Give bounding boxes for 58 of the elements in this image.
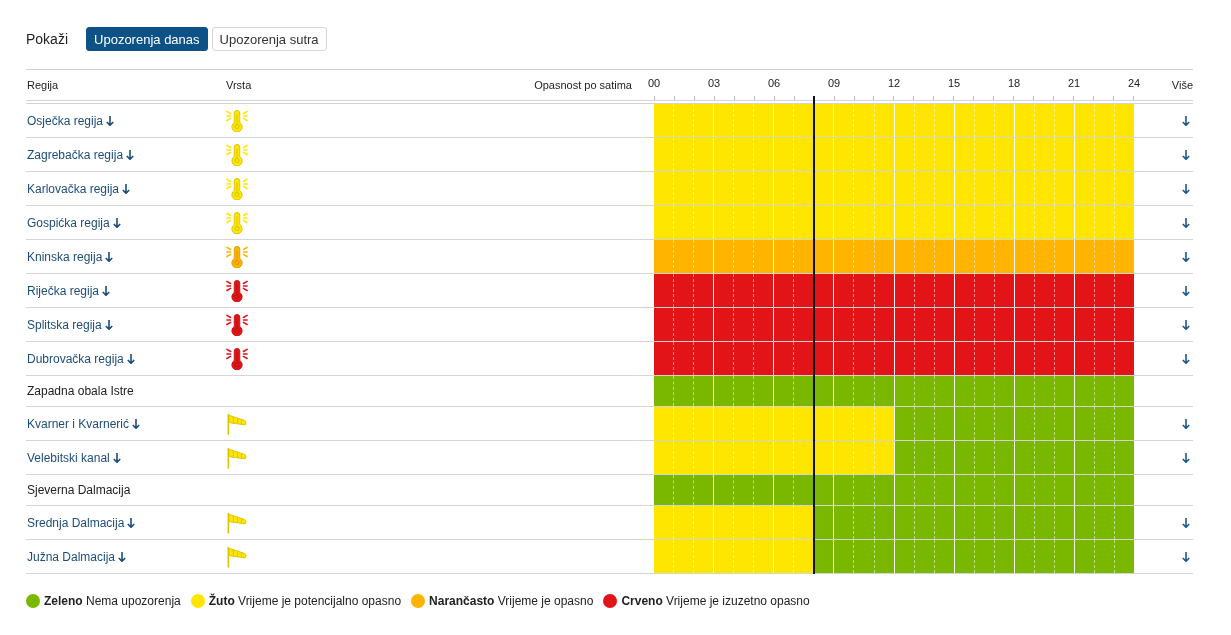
region-link[interactable]: Dubrovačka regija [27, 351, 135, 366]
arrow-down-icon [104, 319, 113, 330]
region-link[interactable]: Riječka regija [27, 283, 111, 298]
arrow-down-icon [105, 251, 114, 262]
region-link[interactable]: Južna Dalmacija [27, 549, 127, 564]
column-header: Opasnost po satima [534, 79, 632, 91]
hour-label: 03 [706, 77, 722, 89]
show-label: Pokaži [26, 31, 69, 47]
hour-label: 24 [1126, 77, 1142, 89]
hour-label: 21 [1066, 77, 1082, 89]
arrow-down-icon [132, 418, 141, 429]
arrow-down-icon[interactable] [1182, 251, 1190, 262]
arrow-down-icon[interactable] [1182, 183, 1190, 194]
tab-button[interactable]: Upozorenja danas [86, 27, 208, 51]
legend-text: Crveno Vrijeme je izuzetno opasno [621, 594, 810, 608]
region-link[interactable]: Zagrebačka regija [27, 147, 135, 162]
legend-text: Žuto Vrijeme je potencijalno opasno [208, 594, 402, 608]
region-link[interactable]: Splitska regija [27, 317, 113, 332]
arrow-down-icon[interactable] [1182, 285, 1190, 296]
arrow-down-icon [126, 149, 135, 160]
arrow-down-icon[interactable] [1182, 418, 1190, 429]
region-link[interactable]: Velebitski kanal [27, 450, 121, 465]
legend-text: Narančasto Vrijeme je opasno [429, 594, 594, 608]
region-link[interactable]: Kvarner i Kvarnerić [27, 416, 141, 431]
hour-label: 00 [646, 77, 662, 89]
region-link[interactable]: Gospićka regija [27, 215, 121, 230]
region-name: Zapadna obala Istre [27, 384, 134, 398]
arrow-down-icon[interactable] [1182, 319, 1190, 330]
arrow-down-icon [122, 183, 131, 194]
arrow-down-icon[interactable] [1182, 217, 1190, 228]
arrow-down-icon [118, 551, 127, 562]
arrow-down-icon [102, 285, 111, 296]
column-header: Vrsta [226, 79, 252, 91]
region-name: Sjeverna Dalmacija [27, 483, 131, 497]
hour-label: 12 [886, 77, 902, 89]
region-link[interactable]: Osječka regija [27, 113, 115, 128]
region-link[interactable]: Srednja Dalmacija [27, 515, 136, 530]
arrow-down-icon[interactable] [1182, 353, 1190, 364]
arrow-down-icon [112, 217, 121, 228]
arrow-down-icon[interactable] [1182, 517, 1190, 528]
arrow-down-icon[interactable] [1182, 115, 1190, 126]
arrow-down-icon[interactable] [1182, 149, 1190, 160]
arrow-down-icon[interactable] [1182, 551, 1190, 562]
region-link[interactable]: Karlovačka regija [27, 181, 131, 196]
arrow-down-icon [106, 115, 115, 126]
hour-label: 09 [826, 77, 842, 89]
column-header: Više [1171, 79, 1193, 91]
hour-label: 15 [946, 77, 962, 89]
arrow-down-icon [127, 517, 136, 528]
tab-button[interactable]: Upozorenja sutra [211, 27, 327, 51]
hour-label: 06 [766, 77, 782, 89]
hour-label: 18 [1006, 77, 1022, 89]
legend-text: Zeleno Nema upozorenja [44, 594, 181, 608]
column-header: Regija [27, 79, 59, 91]
arrow-down-icon [126, 353, 135, 364]
arrow-down-icon[interactable] [1182, 452, 1190, 463]
arrow-down-icon [112, 452, 121, 463]
region-link[interactable]: Kninska regija [27, 249, 114, 264]
